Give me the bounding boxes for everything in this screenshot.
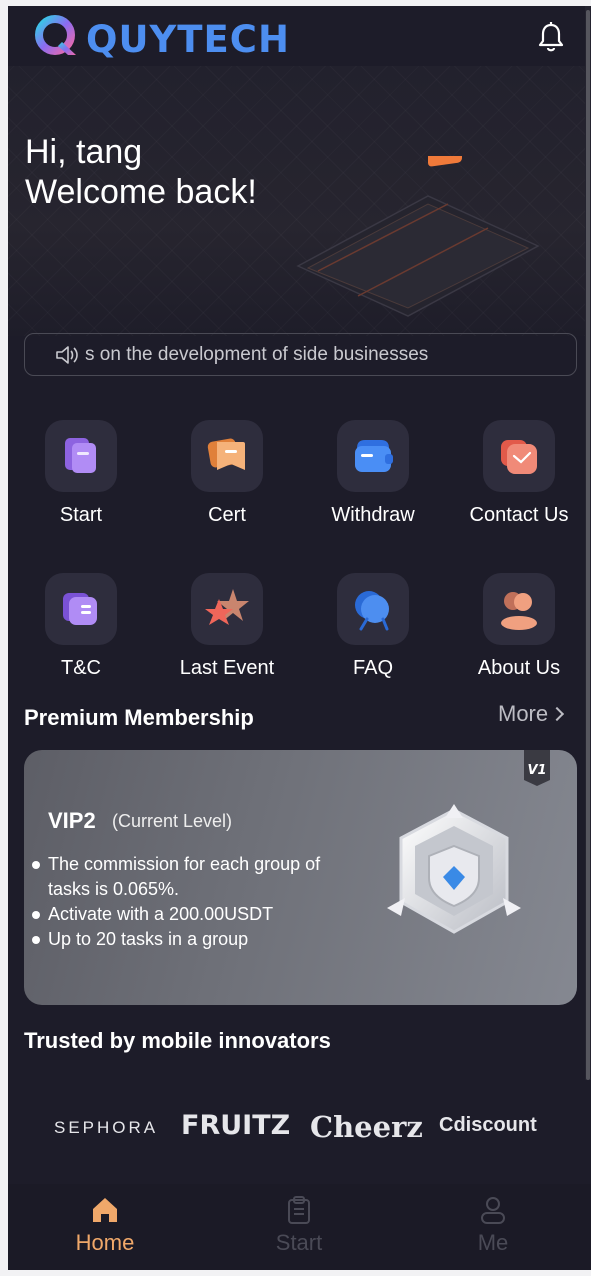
vip-level: VIP2 (48, 808, 96, 833)
tab-home[interactable]: Home (8, 1184, 202, 1270)
brand-logos: SEPHORA FRUITZ Cheerz Cdiscount (8, 1106, 585, 1146)
app-header: QUYTECH (8, 6, 591, 66)
benefit-item: Activate with a 200.00USDT (30, 902, 360, 927)
menu-item-contact[interactable]: Contact Us (446, 420, 591, 540)
brand-logo-icon (35, 15, 76, 55)
level-badge-text: V1 (527, 763, 546, 778)
vip-card[interactable]: V1 VIP2 (Current Level) The commission f… (24, 750, 577, 1005)
wallet-icon (355, 440, 393, 472)
clipboard-icon (288, 1196, 310, 1224)
tab-label: Start (275, 1230, 323, 1255)
trusted-title: Trusted by mobile innovators (24, 1028, 331, 1053)
user-icon (481, 1197, 505, 1224)
last-event-tile (191, 573, 263, 645)
tab-me[interactable]: Me (396, 1184, 590, 1270)
more-link[interactable]: More (498, 701, 565, 727)
hero-banner: Hi, tang Welcome back! (8, 66, 585, 336)
menu-label: FAQ (352, 657, 393, 679)
menu-item-faq[interactable]: FAQ (300, 573, 446, 693)
menu-label: Contact Us (469, 504, 569, 526)
scrollbar-thumb[interactable] (586, 10, 590, 1080)
terms-tile (45, 573, 117, 645)
menu-label: Cert (208, 504, 246, 526)
greeting-name: Hi, tang (25, 133, 143, 171)
brand-name: QUYTECH (86, 18, 290, 61)
phone-illustration-icon (296, 156, 540, 317)
home-icon (93, 1198, 117, 1222)
speaker-icon (56, 346, 78, 364)
contact-tile (483, 420, 555, 492)
brand-cdiscount: Cdiscount (439, 1114, 537, 1136)
vip-current-note: (Current Level) (112, 811, 233, 831)
menu-label: Start (59, 504, 103, 526)
tab-start[interactable]: Start (202, 1184, 396, 1270)
tab-label: Me (477, 1230, 509, 1255)
withdraw-tile (337, 420, 409, 492)
shield-badge-icon (387, 804, 521, 934)
menu-label: Last Event (179, 657, 275, 679)
faq-tile (337, 573, 409, 645)
about-tile (483, 573, 555, 645)
bottom-nav: Home Start Me (8, 1184, 591, 1270)
faq-icon (355, 591, 389, 631)
announcement-bar[interactable]: s on the development of side businesses (24, 333, 577, 376)
star-icon (205, 589, 249, 625)
cert-icon (207, 438, 245, 470)
menu-item-start[interactable]: Start (8, 420, 154, 540)
menu-item-cert[interactable]: Cert (154, 420, 300, 540)
greeting-welcome: Welcome back! (25, 173, 257, 211)
brand-fruitz: FRUITZ (181, 1110, 291, 1141)
menu-label: T&C (61, 657, 101, 679)
tab-label: Home (75, 1230, 135, 1255)
menu-item-about[interactable]: About Us (446, 573, 591, 693)
cert-tile (191, 420, 263, 492)
terms-icon (63, 593, 97, 625)
menu-label: Withdraw (331, 504, 415, 526)
bell-icon[interactable] (535, 20, 567, 54)
start-tile (45, 420, 117, 492)
menu-item-last-event[interactable]: Last Event (154, 573, 300, 693)
app-screen: QUYTECH Hi, tang Welcome back! s on the (8, 6, 591, 1270)
premium-title: Premium Membership (24, 705, 254, 730)
level-badge-icon: V1 (524, 750, 550, 786)
menu-label: About Us (477, 657, 561, 679)
vip-benefits: The commission for each group of tasks i… (30, 852, 360, 952)
more-label: More (498, 701, 549, 726)
mail-icon (501, 440, 537, 474)
brand-sephora: SEPHORA (54, 1118, 159, 1137)
greeting: Hi, tang Welcome back! (25, 132, 257, 212)
announcement-text: s on the development of side businesses (85, 344, 429, 365)
people-icon (501, 592, 537, 630)
benefit-item: Up to 20 tasks in a group (30, 927, 360, 952)
chevron-right-icon (550, 706, 565, 722)
brand-cheerz: Cheerz (310, 1110, 423, 1144)
benefit-item: The commission for each group of tasks i… (30, 852, 360, 902)
menu-item-withdraw[interactable]: Withdraw (300, 420, 446, 540)
menu-item-terms[interactable]: T&C (8, 573, 154, 693)
scrollbar[interactable] (585, 6, 591, 1080)
document-icon (65, 438, 96, 473)
